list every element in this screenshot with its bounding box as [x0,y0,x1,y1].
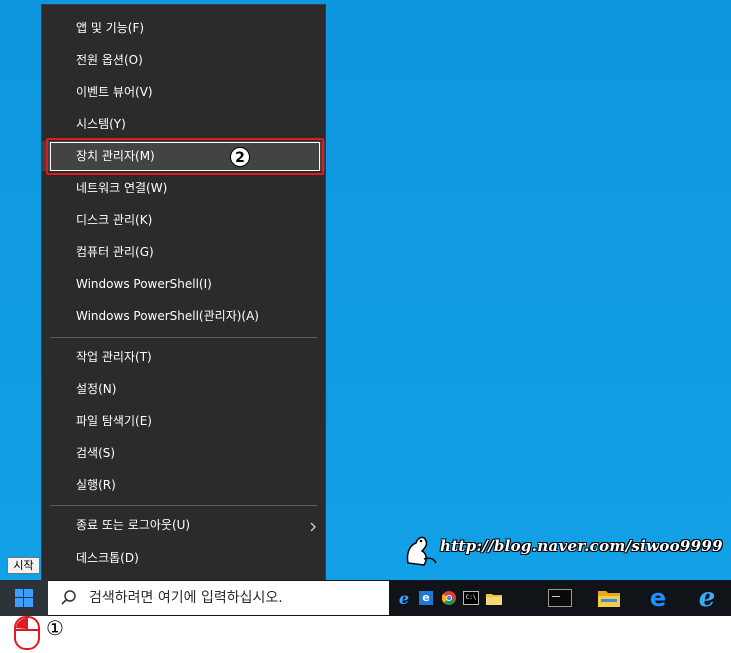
cmd-icon[interactable] [540,580,580,616]
menu-item-settings[interactable]: 설정(N) [42,374,325,404]
winx-context-menu: 앱 및 기능(F) 전원 옵션(O) 이벤트 뷰어(V) 시스템(Y) 장치 관… [41,4,326,582]
menu-item-powershell-admin[interactable]: Windows PowerShell(관리자)(A) [42,301,325,331]
menu-item-run[interactable]: 실행(R) [42,470,325,500]
menu-item-label: 검색(S) [76,446,116,460]
menu-item-label: 데스크톱(D) [76,551,139,565]
start-button[interactable] [0,580,48,616]
taskbar: 검색하려면 여기에 입력하십시오. e e C:\ e e [0,580,731,616]
folder-icon[interactable] [485,580,503,616]
mouse-click-icon [14,616,40,650]
edge-icon[interactable]: e [638,580,678,616]
menu-item-event-viewer[interactable]: 이벤트 뷰어(V) [42,77,325,107]
menu-item-label: 전원 옵션(O) [76,53,143,67]
highlight-box [46,138,324,175]
menu-item-label: 작업 관리자(T) [76,350,152,364]
menu-separator [50,505,317,506]
menu-item-computer-management[interactable]: 컴퓨터 관리(G) [42,237,325,267]
menu-item-label: 컴퓨터 관리(G) [76,245,154,259]
menu-item-task-manager[interactable]: 작업 관리자(T) [42,342,325,372]
start-tooltip: 시작 [7,557,40,574]
menu-item-apps-features[interactable]: 앱 및 기능(F) [42,13,325,43]
menu-item-label: 앱 및 기능(F) [76,21,145,35]
watermark-text: http://blog.naver.com/siwoo9999 [440,537,723,555]
file-explorer-icon[interactable] [589,580,629,616]
menu-item-label: 시스템(Y) [76,117,126,131]
ie-blue-icon[interactable]: e [417,580,435,616]
menu-item-desktop[interactable]: 데스크톱(D) [42,543,325,573]
chevron-right-icon [310,522,316,532]
menu-item-label: 설정(N) [76,382,117,396]
search-placeholder: 검색하려면 여기에 입력하십시오. [89,590,283,606]
menu-item-disk-management[interactable]: 디스크 관리(K) [42,205,325,235]
menu-item-label: 종료 또는 로그아웃(U) [76,518,191,532]
menu-item-label: Windows PowerShell(관리자)(A) [76,309,259,323]
menu-item-shutdown-signout[interactable]: 종료 또는 로그아웃(U) [42,510,325,540]
ie-icon[interactable]: e [395,580,413,616]
cmd-icon[interactable]: C:\ [462,580,480,616]
menu-item-label: 파일 탐색기(E) [76,414,152,428]
menu-item-label: 이벤트 뷰어(V) [76,85,153,99]
menu-item-network-connections[interactable]: 네트워크 연결(W) [42,173,325,203]
chrome-icon[interactable] [440,580,458,616]
menu-separator [50,337,317,338]
menu-item-label: 네트워크 연결(W) [76,181,168,195]
menu-item-power-options[interactable]: 전원 옵션(O) [42,45,325,75]
menu-item-file-explorer[interactable]: 파일 탐색기(E) [42,406,325,436]
menu-item-search[interactable]: 검색(S) [42,438,325,468]
menu-item-system[interactable]: 시스템(Y) [42,109,325,139]
step-2-badge: 2 [230,147,250,167]
menu-item-label: 실행(R) [76,478,116,492]
taskbar-search-box[interactable]: 검색하려면 여기에 입력하십시오. [48,581,389,615]
menu-item-label: Windows PowerShell(I) [76,277,212,291]
windows-logo-icon [15,589,33,607]
ie-icon[interactable]: e [687,580,727,616]
menu-item-powershell[interactable]: Windows PowerShell(I) [42,269,325,299]
step-1-label: ① [46,616,64,640]
menu-item-label: 디스크 관리(K) [76,213,153,227]
search-icon [61,590,76,605]
